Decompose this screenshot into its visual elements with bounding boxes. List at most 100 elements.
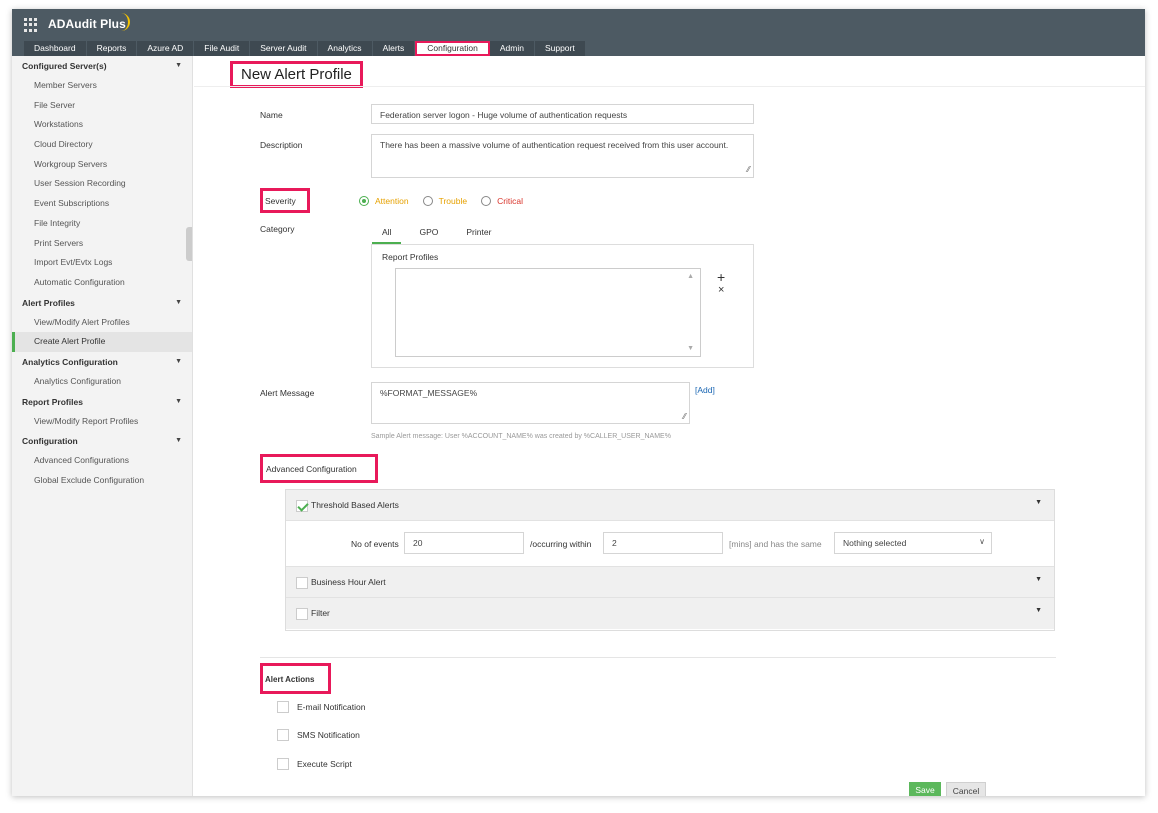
category-tab-gpo[interactable]: GPO — [409, 225, 448, 244]
chevron-down-icon[interactable]: ▼ — [175, 293, 182, 313]
app-logo: ADAudit Plus — [48, 17, 126, 31]
filter-accordion-header[interactable]: Filter ▼ — [286, 598, 1054, 629]
chevron-down-icon[interactable]: ▼ — [1035, 499, 1042, 506]
no-of-events-input[interactable]: 20 — [404, 532, 524, 554]
title-divider — [194, 86, 1145, 87]
severity-radio-attention[interactable]: Attention — [359, 196, 409, 206]
scroll-up-icon[interactable]: ▲ — [687, 273, 694, 280]
tab-dashboard[interactable]: Dashboard — [24, 41, 87, 56]
business-hour-checkbox[interactable] — [296, 577, 308, 589]
sidebar-item-global-exclude-configuration[interactable]: Global Exclude Configuration — [12, 471, 192, 491]
main-tabs: Dashboard Reports Azure AD File Audit Server… — [24, 41, 586, 56]
tab-reports[interactable]: Reports — [86, 41, 138, 56]
category-tab-printer[interactable]: Printer — [456, 225, 501, 244]
sidebar-section-analytics-configuration[interactable]: Analytics Configuration ▼ — [12, 352, 192, 372]
description-text: There has been a massive volume of authe… — [380, 140, 729, 150]
sidebar-section-label: Report Profiles — [22, 396, 83, 407]
description-textarea[interactable]: There has been a massive volume of authe… — [371, 134, 754, 178]
sidebar-section-configuration[interactable]: Configuration ▼ — [12, 431, 192, 451]
sidebar-item-advanced-configurations[interactable]: Advanced Configurations — [12, 451, 192, 471]
email-notification-option[interactable]: E-mail Notification — [277, 701, 366, 713]
alert-message-text: %FORMAT_MESSAGE% — [380, 388, 478, 398]
sidebar-item-automatic-configuration[interactable]: Automatic Configuration — [12, 273, 192, 293]
radio-icon[interactable] — [481, 196, 492, 206]
sidebar-item-view-modify-alert-profiles[interactable]: View/Modify Alert Profiles — [12, 313, 192, 333]
radio-icon[interactable] — [422, 196, 433, 206]
sidebar-item-print-servers[interactable]: Print Servers — [12, 234, 192, 254]
remove-profile-icon[interactable]: × — [718, 285, 724, 296]
add-link[interactable]: [Add] — [695, 385, 715, 395]
tab-server-audit[interactable]: Server Audit — [250, 41, 318, 56]
sidebar-item-cloud-directory[interactable]: Cloud Directory — [12, 135, 192, 155]
tab-alerts[interactable]: Alerts — [372, 41, 416, 56]
sidebar-item-import-evt-evtx-logs[interactable]: Import Evt/Evtx Logs — [12, 253, 192, 273]
occurring-within-input[interactable]: 2 — [603, 532, 723, 554]
scroll-down-icon[interactable]: ▼ — [687, 345, 694, 352]
app-launcher-icon[interactable] — [24, 18, 38, 32]
name-label: Name — [260, 110, 283, 120]
save-button[interactable]: Save — [909, 782, 941, 796]
sms-notification-option[interactable]: SMS Notification — [277, 729, 360, 741]
sidebar-item-analytics-configuration[interactable]: Analytics Configuration — [12, 372, 192, 392]
tab-azure-ad[interactable]: Azure AD — [137, 41, 195, 56]
sidebar-item-file-integrity[interactable]: File Integrity — [12, 214, 192, 234]
advanced-config-panel: Threshold Based Alerts ▼ No of events 20… — [285, 489, 1055, 631]
sidebar-item-event-subscriptions[interactable]: Event Subscriptions — [12, 194, 192, 214]
tab-configuration[interactable]: Configuration — [415, 41, 490, 56]
chevron-down-icon[interactable]: ▼ — [1035, 576, 1042, 583]
sidebar-section-configured-server-s-[interactable]: Configured Server(s) ▼ — [12, 56, 192, 76]
filter-label: Filter — [311, 608, 330, 618]
name-input[interactable]: Federation server logon - Huge volume of… — [371, 104, 754, 124]
chevron-down-icon[interactable]: ▼ — [175, 392, 182, 412]
sidebar-item-file-server[interactable]: File Server — [12, 96, 192, 116]
cancel-button[interactable]: Cancel — [946, 782, 986, 796]
category-tab-all[interactable]: All — [372, 225, 402, 244]
chevron-down-icon[interactable]: ▼ — [175, 56, 182, 76]
alert-actions-label: Alert Actions — [265, 675, 315, 684]
execute-script-label: Execute Script — [297, 759, 352, 769]
alert-message-label: Alert Message — [260, 388, 315, 398]
mins-label: [mins] and has the same — [729, 539, 822, 549]
sidebar-item-workgroup-servers[interactable]: Workgroup Servers — [12, 155, 192, 175]
report-profiles-list[interactable]: ▲ ▼ — [395, 268, 701, 357]
chevron-down-icon[interactable]: ▼ — [175, 431, 182, 451]
tab-support[interactable]: Support — [534, 41, 586, 56]
threshold-accordion-header[interactable]: Threshold Based Alerts ▼ — [286, 490, 1054, 521]
chevron-down-icon[interactable]: ▼ — [175, 352, 182, 372]
business-hour-label: Business Hour Alert — [311, 577, 386, 587]
resize-handle-icon[interactable]: ⁄⁄ — [683, 412, 686, 421]
alert-message-textarea[interactable]: %FORMAT_MESSAGE% ⁄⁄ — [371, 382, 690, 424]
sidebar-item-member-servers[interactable]: Member Servers — [12, 76, 192, 96]
execute-script-checkbox[interactable] — [277, 758, 289, 770]
page-title: New Alert Profile — [230, 61, 363, 88]
no-of-events-label: No of events — [351, 539, 399, 549]
sidebar-collapse-handle[interactable] — [186, 227, 192, 261]
sidebar-section-alert-profiles[interactable]: Alert Profiles ▼ — [12, 293, 192, 313]
email-notification-checkbox[interactable] — [277, 701, 289, 713]
resize-handle-icon[interactable]: ⁄⁄ — [747, 164, 750, 175]
severity-radio-critical[interactable]: Critical — [481, 196, 523, 206]
radio-icon[interactable] — [359, 196, 369, 206]
tab-admin[interactable]: Admin — [489, 41, 535, 56]
severity-radio-trouble[interactable]: Trouble — [422, 196, 467, 206]
add-profile-icon[interactable]: + — [717, 270, 725, 284]
tab-file-audit[interactable]: File Audit — [194, 41, 251, 56]
same-field-select[interactable]: Nothing selected ∨ — [834, 532, 992, 554]
sidebar-item-user-session-recording[interactable]: User Session Recording — [12, 174, 192, 194]
sidebar-item-create-alert-profile[interactable]: Create Alert Profile — [12, 332, 192, 352]
logo-arc-icon — [116, 13, 130, 31]
tab-analytics[interactable]: Analytics — [317, 41, 373, 56]
sidebar-section-report-profiles[interactable]: Report Profiles ▼ — [12, 392, 192, 412]
chevron-down-icon[interactable]: ∨ — [979, 537, 985, 546]
advanced-config-label: Advanced Configuration — [266, 464, 357, 474]
chevron-down-icon[interactable]: ▼ — [1035, 607, 1042, 614]
sms-notification-checkbox[interactable] — [277, 729, 289, 741]
sidebar-section-label: Configuration — [22, 436, 78, 447]
execute-script-option[interactable]: Execute Script — [277, 758, 352, 770]
sidebar-item-workstations[interactable]: Workstations — [12, 115, 192, 135]
business-hour-accordion-header[interactable]: Business Hour Alert ▼ — [286, 567, 1054, 598]
sidebar-item-view-modify-report-profiles[interactable]: View/Modify Report Profiles — [12, 412, 192, 432]
filter-checkbox[interactable] — [296, 608, 308, 620]
threshold-checkbox[interactable] — [296, 500, 308, 512]
app-window: ADAudit Plus Dashboard Reports Azure AD Fil… — [12, 9, 1145, 796]
